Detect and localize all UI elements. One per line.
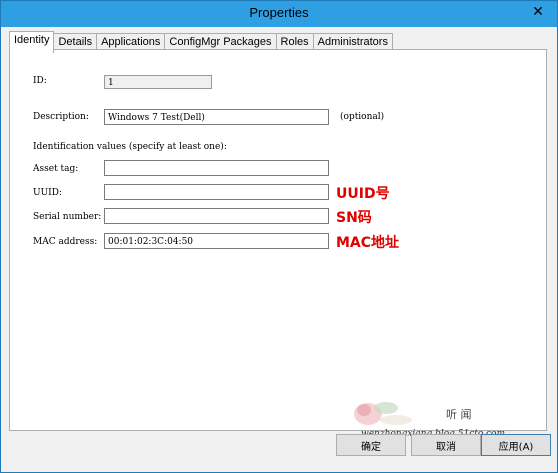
cancel-button[interactable]: 取消 — [411, 434, 481, 456]
optional-label: (optional) — [340, 112, 385, 122]
id-field: 1 — [104, 75, 212, 89]
tab-identity[interactable]: Identity — [9, 31, 55, 53]
mac-annotation: MAC地址 — [336, 235, 400, 251]
watermark-title: 听 闻 — [446, 408, 472, 421]
serial-number-label: Serial number: — [33, 212, 102, 222]
uuid-annotation: UUID号 — [336, 186, 390, 202]
uuid-field[interactable] — [104, 184, 329, 200]
window-title: Properties — [249, 5, 309, 20]
asset-tag-label: Asset tag: — [33, 164, 79, 174]
asset-tag-field[interactable] — [104, 160, 329, 176]
id-label: ID: — [33, 76, 47, 86]
mac-address-label: MAC address: — [33, 237, 98, 247]
ok-button[interactable]: 确定 — [336, 434, 406, 456]
apply-button[interactable]: 应用(A) — [481, 434, 551, 456]
tab-strip: Identity Details Applications ConfigMgr … — [9, 31, 393, 53]
properties-window: Properties ✕ Identity Details Applicatio… — [0, 0, 558, 473]
description-label: Description: — [33, 112, 89, 122]
close-icon[interactable]: ✕ — [527, 3, 549, 21]
uuid-label: UUID: — [33, 188, 62, 198]
serial-annotation: SN码 — [336, 210, 372, 226]
title-bar: Properties ✕ — [1, 1, 557, 27]
identity-panel: ID: 1 Description: Windows 7 Test(Dell) … — [9, 49, 547, 431]
mac-address-field[interactable]: 00:01:02:3C:04:50 — [104, 233, 329, 249]
description-field[interactable]: Windows 7 Test(Dell) — [104, 109, 329, 125]
identification-heading: Identification values (specify at least … — [33, 142, 227, 152]
serial-number-field[interactable] — [104, 208, 329, 224]
